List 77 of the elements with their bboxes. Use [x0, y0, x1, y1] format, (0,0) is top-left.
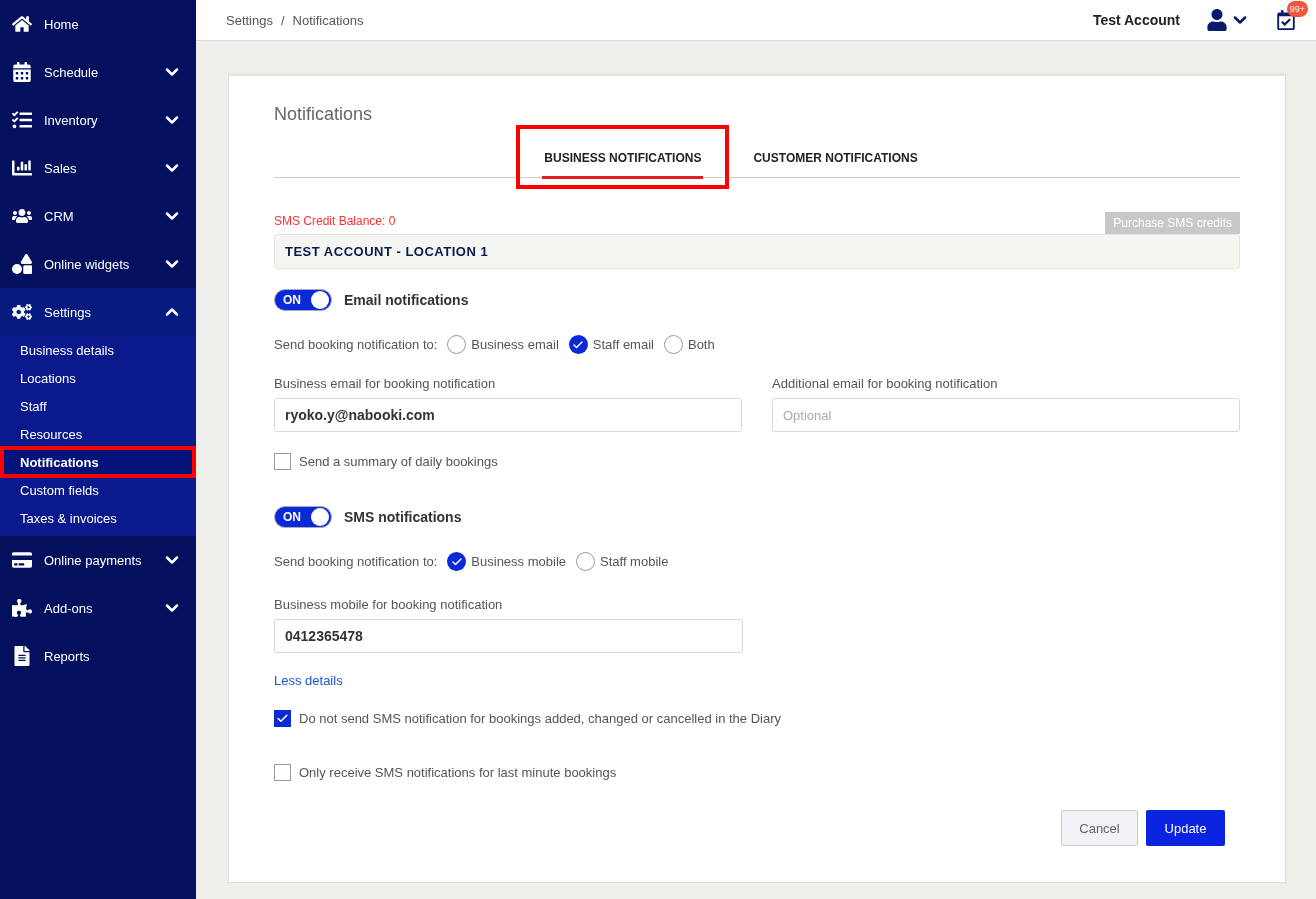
- breadcrumb-item[interactable]: Settings: [226, 12, 273, 28]
- radio-button[interactable]: [576, 552, 595, 571]
- puzzle-piece-icon: [10, 598, 34, 618]
- field-label: Business email for booking notification: [274, 376, 497, 391]
- submenu-item[interactable]: Custom fields: [0, 476, 196, 504]
- gears-icon: [10, 302, 34, 322]
- radio-option[interactable]: Business email: [447, 335, 559, 354]
- tab[interactable]: CUSTOMER NOTIFICATIONS: [733, 137, 938, 177]
- submenu-item[interactable]: Taxes & invoices: [0, 504, 196, 532]
- cancel-button[interactable]: Cancel: [1061, 810, 1138, 846]
- radio-option[interactable]: Business mobile: [447, 552, 566, 571]
- submenu-item[interactable]: Notifications: [2, 448, 194, 476]
- checkbox-label: Only receive SMS notifications for last minute bookings: [299, 765, 617, 780]
- checkbox[interactable]: [274, 710, 291, 727]
- submenu-item[interactable]: Resources: [0, 420, 196, 448]
- radio-label: Staff mobile: [600, 554, 669, 569]
- radio-button[interactable]: [568, 335, 588, 354]
- section-title: Email notifications: [344, 292, 469, 308]
- bar-chart-icon: [10, 158, 34, 178]
- radio-label: Business mobile: [471, 554, 566, 569]
- sidebar-item[interactable]: Home: [0, 0, 196, 48]
- checkbox-label: Do not send SMS notification for bookings added, changed or cancelled in the Diary: [299, 711, 781, 726]
- input-field[interactable]: Optional: [772, 398, 1240, 432]
- credit-card-icon: [10, 550, 34, 570]
- shapes-icon: [10, 254, 34, 274]
- field-label: Additional email for booking notification: [772, 376, 999, 391]
- field-label: Send booking notification to:: [274, 337, 438, 352]
- breadcrumb-separator: /: [281, 12, 285, 28]
- toggle-switch[interactable]: ON: [274, 506, 332, 528]
- radio-button[interactable]: [447, 335, 467, 354]
- check-icon: [572, 338, 585, 351]
- checkbox[interactable]: [274, 453, 291, 470]
- breadcrumb-item: Notifications: [292, 12, 364, 28]
- radio-option[interactable]: Staff email: [568, 335, 654, 354]
- input-field[interactable]: ryoko.y@nabooki.com: [274, 398, 742, 432]
- calendar-check-button[interactable]: [1276, 10, 1296, 30]
- sidebar-item[interactable]: Schedule: [0, 48, 196, 96]
- section-title: SMS notifications: [344, 509, 462, 525]
- checklist-icon: [10, 110, 34, 130]
- submenu-item[interactable]: Staff: [0, 392, 196, 420]
- check-icon: [276, 712, 289, 725]
- update-button[interactable]: Update: [1146, 810, 1225, 846]
- checkbox-label: Send a summary of daily bookings: [299, 454, 498, 469]
- sidebar-item[interactable]: Online payments: [0, 536, 196, 584]
- notification-badge: 99+: [1286, 1, 1308, 17]
- sms-credit-balance: SMS Credit Balance: 0: [274, 214, 396, 230]
- sidebar-item[interactable]: CRM: [0, 192, 196, 240]
- location-bar: TEST ACCOUNT - LOCATION 1: [274, 234, 1240, 269]
- check-icon: [450, 555, 463, 568]
- input-field[interactable]: 0412365478: [274, 619, 743, 653]
- sidebar-item[interactable]: Inventory: [0, 96, 196, 144]
- user-icon: [1206, 9, 1228, 31]
- tab[interactable]: BUSINESS NOTIFICATIONS: [524, 133, 722, 181]
- calendar-icon: [10, 62, 34, 82]
- sidebar-item[interactable]: Add-ons: [0, 584, 196, 632]
- field-label: Business mobile for booking notification: [274, 597, 504, 612]
- radio-option[interactable]: Staff mobile: [576, 552, 669, 571]
- less-details-link[interactable]: Less details: [274, 673, 343, 688]
- radio-label: Staff email: [592, 337, 654, 352]
- home-icon: [10, 14, 34, 34]
- submenu-item[interactable]: Business details: [0, 336, 196, 364]
- radio-button[interactable]: [663, 335, 683, 354]
- radio-label: Business email: [471, 337, 559, 352]
- account-name: Test Account: [1092, 12, 1180, 28]
- sidebar-item[interactable]: Sales: [0, 144, 196, 192]
- submenu-item[interactable]: Locations: [0, 364, 196, 392]
- field-label: Send booking notification to:: [274, 554, 438, 569]
- sidebar-item[interactable]: Reports: [0, 632, 196, 680]
- radio-button[interactable]: [447, 552, 467, 571]
- sidebar-item[interactable]: Settings: [0, 288, 196, 336]
- checkbox[interactable]: [274, 764, 291, 781]
- sidebar-item[interactable]: Online widgets: [0, 240, 196, 288]
- page-title: Notifications: [274, 104, 374, 125]
- radio-label: Both: [687, 337, 715, 352]
- toggle-switch[interactable]: ON: [274, 289, 332, 311]
- radio-option[interactable]: Both: [663, 335, 715, 354]
- users-icon: [10, 206, 34, 226]
